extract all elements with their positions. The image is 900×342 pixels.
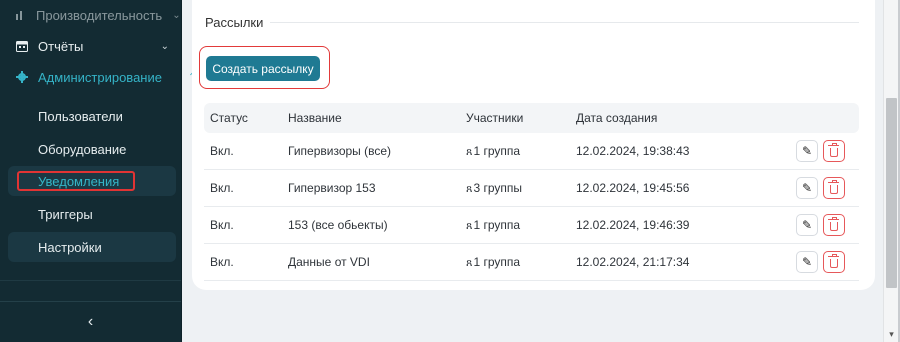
group-icon: ጸ	[466, 145, 473, 158]
sidebar-divider	[0, 280, 181, 281]
sidebar-item-label: Администрирование	[38, 69, 162, 85]
bar-chart-icon	[16, 9, 26, 21]
table-header: Статус Название Участники Дата создания	[204, 103, 859, 133]
delete-button[interactable]	[823, 140, 845, 162]
cell-created: 12.02.2024, 19:45:56	[576, 181, 690, 195]
highlight-outline	[17, 171, 135, 191]
column-participants: Участники	[466, 111, 524, 125]
cell-status: Вкл.	[210, 218, 234, 232]
sidebar-subitem-users[interactable]: Пользователи	[8, 101, 176, 131]
mailing-card: Рассылки Создать рассылку Статус Названи…	[192, 0, 875, 290]
cell-status: Вкл.	[210, 144, 234, 158]
table-row[interactable]: Вкл. Гипервизоры (все) ጸ1 группа 12.02.2…	[204, 133, 859, 170]
cell-status: Вкл.	[210, 255, 234, 269]
cell-participants: ጸ1 группа	[460, 218, 570, 233]
column-name: Название	[288, 111, 342, 125]
chevron-down-icon: ⌄	[172, 9, 181, 21]
edit-button[interactable]: ✎	[796, 251, 818, 273]
calendar-icon	[16, 40, 28, 52]
collapse-sidebar-button[interactable]: ‹	[0, 301, 181, 342]
delete-button[interactable]	[823, 177, 845, 199]
gear-icon	[16, 71, 28, 83]
table-row[interactable]: Вкл. Данные от VDI ጸ1 группа 12.02.2024,…	[204, 244, 859, 281]
column-status: Статус	[210, 111, 248, 125]
cell-name: Гипервизоры (все)	[288, 144, 392, 158]
pencil-icon: ✎	[801, 255, 813, 269]
group-icon: ጸ	[466, 256, 473, 269]
cell-created: 12.02.2024, 21:17:34	[576, 255, 690, 269]
edit-button[interactable]: ✎	[796, 214, 818, 236]
sidebar-subitem-label: Триггеры	[38, 206, 93, 222]
participants-text: 1 группа	[473, 254, 521, 269]
group-icon: ጸ	[466, 219, 473, 232]
cell-name: 153 (все обьекты)	[288, 218, 388, 232]
sidebar-item-reports[interactable]: Отчёты ⌄	[16, 33, 169, 59]
sidebar-subitem-triggers[interactable]: Триггеры	[8, 199, 176, 229]
participants-text: 3 группы	[473, 180, 522, 195]
pencil-icon: ✎	[801, 144, 813, 158]
pencil-icon: ✎	[801, 218, 813, 232]
table-row[interactable]: Вкл. 153 (все обьекты) ጸ1 группа 12.02.2…	[204, 207, 859, 244]
sidebar-subitem-label: Пользователи	[38, 108, 123, 124]
page-scrollbar[interactable]: ▾	[883, 0, 899, 342]
group-icon: ጸ	[466, 182, 473, 195]
cell-participants: ጸ1 группа	[460, 144, 570, 159]
trash-icon	[828, 253, 839, 268]
sidebar-item-performance[interactable]: Производительность ⌄	[16, 2, 181, 28]
scrollbar-thumb[interactable]	[886, 98, 897, 288]
cell-created: 12.02.2024, 19:46:39	[576, 218, 690, 232]
chevron-down-icon: ⌄	[160, 40, 169, 52]
sidebar-subitem-settings[interactable]: Настройки	[8, 232, 176, 262]
sidebar-subitem-equipment[interactable]: Оборудование	[8, 134, 176, 164]
trash-icon	[828, 142, 839, 157]
column-created: Дата создания	[576, 111, 658, 125]
sidebar-subitem-label: Оборудование	[38, 141, 127, 157]
pencil-icon: ✎	[801, 181, 813, 195]
sidebar-item-label: Производительность	[36, 7, 163, 23]
trash-icon	[828, 179, 839, 194]
section-divider	[270, 22, 859, 23]
chevron-left-icon: ‹	[87, 313, 94, 330]
cell-status: Вкл.	[210, 181, 234, 195]
participants-text: 1 группа	[473, 217, 521, 232]
participants-text: 1 группа	[473, 143, 521, 158]
cell-name: Данные от VDI	[288, 255, 370, 269]
scroll-down-icon[interactable]: ▾	[884, 329, 899, 340]
sidebar-subitem-label: Настройки	[38, 239, 102, 255]
table-row[interactable]: Вкл. Гипервизор 153 ጸ3 группы 12.02.2024…	[204, 170, 859, 207]
delete-button[interactable]	[823, 251, 845, 273]
sidebar-item-label: Отчёты	[38, 38, 84, 54]
sidebar: Производительность ⌄ Отчёты ⌄ Администри…	[0, 0, 196, 342]
delete-button[interactable]	[823, 214, 845, 236]
edit-button[interactable]: ✎	[796, 140, 818, 162]
create-mailing-button[interactable]: Создать рассылку	[206, 56, 320, 81]
section-title: Рассылки	[205, 15, 264, 30]
mailing-table: Статус Название Участники Дата создания …	[204, 103, 859, 281]
cell-created: 12.02.2024, 19:38:43	[576, 144, 690, 158]
sidebar-item-administration[interactable]: Администрирование ⌃	[16, 64, 196, 90]
edit-button[interactable]: ✎	[796, 177, 818, 199]
cell-participants: ጸ1 группа	[460, 255, 570, 270]
trash-icon	[828, 216, 839, 231]
cell-participants: ጸ3 группы	[460, 181, 570, 196]
cell-name: Гипервизор 153	[288, 181, 376, 195]
